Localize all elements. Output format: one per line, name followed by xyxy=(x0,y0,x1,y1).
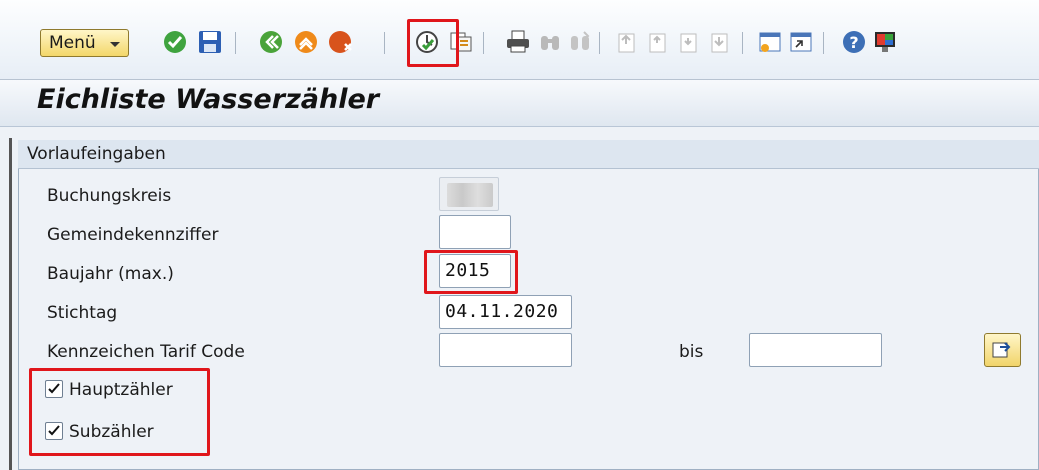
help-icon[interactable]: ? xyxy=(840,28,868,56)
baujahr-field[interactable]: 2015 xyxy=(439,254,511,288)
toolbar-separator xyxy=(823,32,824,54)
page-title: Eichliste Wasserzähler xyxy=(37,84,380,115)
tarif-code-to-field[interactable] xyxy=(749,333,882,367)
save-icon[interactable] xyxy=(196,28,224,56)
group-header xyxy=(18,140,1039,169)
menu-button-label: Menü xyxy=(49,33,96,53)
cancel-icon[interactable] xyxy=(327,28,355,56)
svg-text:?: ? xyxy=(849,33,858,52)
check-icon[interactable] xyxy=(161,28,189,56)
multiple-selection-button[interactable] xyxy=(984,333,1021,367)
label-baujahr: Baujahr (max.) xyxy=(47,264,174,284)
toolbar-separator xyxy=(599,32,600,54)
first-page-icon xyxy=(613,28,641,56)
redacted-value xyxy=(447,183,493,207)
multiple-selection-icon xyxy=(992,342,1011,358)
gemeindekennziffer-field[interactable] xyxy=(439,215,511,249)
get-variant-icon[interactable] xyxy=(447,28,475,56)
stichtag-field[interactable]: 04.11.2020 xyxy=(439,295,572,329)
find-next-icon xyxy=(566,28,594,56)
label-tarif-code: Kennzeichen Tarif Code xyxy=(47,342,245,362)
find-icon xyxy=(536,28,564,56)
hauptzaehler-label: Hauptzähler xyxy=(69,380,173,400)
exit-icon[interactable] xyxy=(292,28,320,56)
label-gemeindekennziffer: Gemeindekennziffer xyxy=(47,225,219,245)
print-icon[interactable] xyxy=(504,28,532,56)
checkmark-icon xyxy=(48,383,60,394)
toolbar-separator xyxy=(235,32,236,54)
back-icon[interactable] xyxy=(257,28,285,56)
label-buchungskreis: Buchungskreis xyxy=(47,186,172,206)
previous-page-icon xyxy=(644,28,672,56)
label-bis: bis xyxy=(679,342,704,362)
screen-edge xyxy=(9,138,12,470)
customize-layout-icon[interactable] xyxy=(871,28,899,56)
menu-button[interactable]: Menü xyxy=(40,29,129,57)
next-page-icon xyxy=(675,28,703,56)
new-session-icon[interactable] xyxy=(756,28,784,56)
execute-icon[interactable] xyxy=(413,28,441,56)
toolbar-separator xyxy=(483,32,484,54)
toolbar-separator xyxy=(742,32,743,54)
chevron-down-icon xyxy=(110,42,120,47)
toolbar-separator xyxy=(384,32,385,54)
tarif-code-from-field[interactable] xyxy=(439,333,572,367)
hauptzaehler-checkbox[interactable] xyxy=(45,380,63,398)
label-stichtag: Stichtag xyxy=(47,303,118,323)
checkmark-icon xyxy=(48,425,60,436)
create-shortcut-icon[interactable] xyxy=(787,28,815,56)
group-title: Vorlaufeingaben xyxy=(27,144,166,164)
subzaehler-checkbox[interactable] xyxy=(45,422,63,440)
last-page-icon xyxy=(706,28,734,56)
subzaehler-label: Subzähler xyxy=(69,422,154,442)
